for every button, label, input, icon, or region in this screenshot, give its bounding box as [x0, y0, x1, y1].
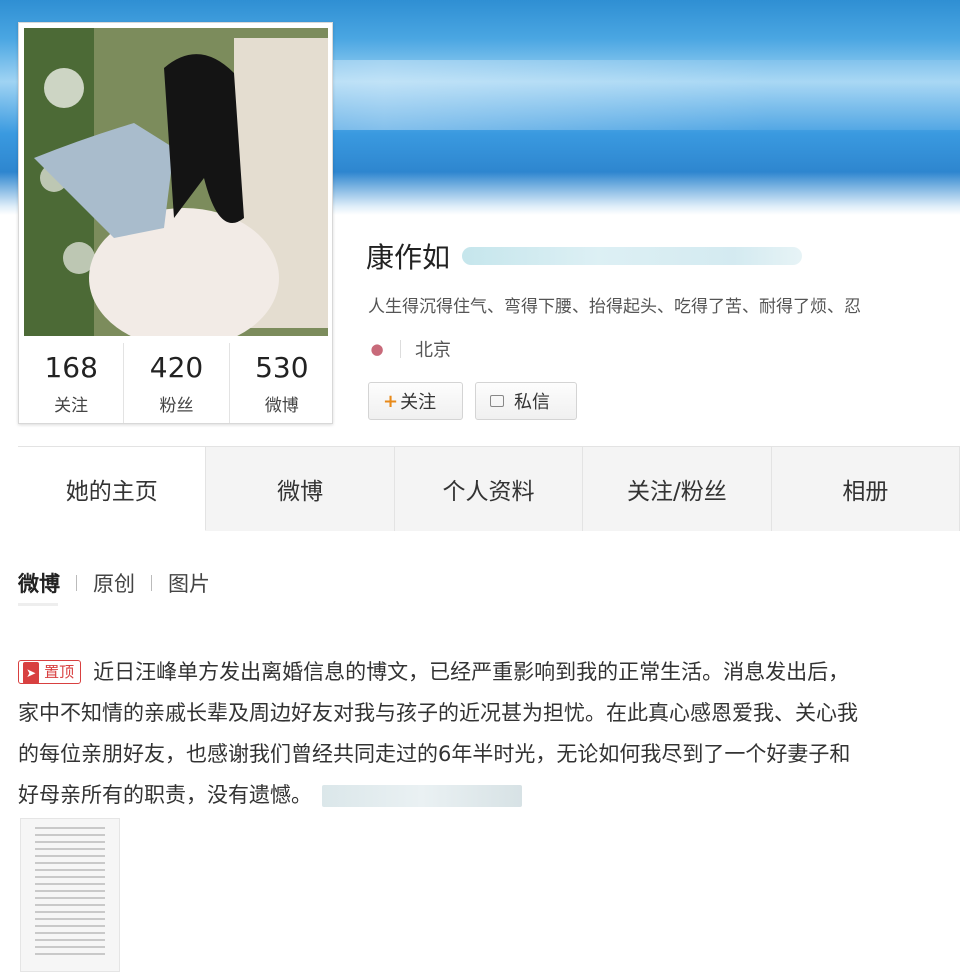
post-text: 好母亲所有的职责，没有遗憾。	[18, 783, 312, 807]
profile-bio: 人生得沉得住气、弯得下腰、抬得起头、吃得了苦、耐得了烦、忍	[368, 297, 861, 317]
message-button[interactable]: 私信	[475, 382, 577, 420]
feed-filter: 微博 原创 图片	[18, 568, 210, 598]
tab-follow-fans[interactable]: 关注/粉丝	[583, 447, 772, 531]
divider	[151, 575, 152, 591]
tab-profile-info[interactable]: 个人资料	[394, 447, 584, 531]
profile-tabs: 她的主页 微博 个人资料 关注/粉丝 相册	[18, 446, 960, 531]
redacted-bar	[462, 247, 803, 265]
location-row: ● 北京	[368, 336, 451, 362]
post-text: 家中不知情的亲戚长辈及周边好友对我与孩子的近况甚为担忧。在此真心感恩爱我、关心我	[18, 701, 858, 725]
stat-followers[interactable]: 420 粉丝	[124, 343, 230, 423]
stat-posts[interactable]: 530 微博	[230, 343, 334, 423]
tab-album[interactable]: 相册	[771, 447, 960, 531]
profile-name-row: 康作如	[366, 236, 803, 276]
redacted-bar	[322, 785, 522, 807]
stat-followers-label: 粉丝	[159, 396, 194, 416]
stat-posts-label: 微博	[264, 396, 299, 416]
tab-home[interactable]: 她的主页	[18, 447, 207, 531]
post-item: ➤ 置顶 近日汪峰单方发出离婚信息的博文，已经严重影响到我的正常生活。消息发出后， …	[18, 652, 960, 816]
mail-icon	[490, 395, 504, 407]
filter-all[interactable]: 微博	[18, 568, 60, 598]
follow-button-label: 关注	[400, 392, 437, 413]
stat-followers-count: 420	[149, 351, 204, 384]
filter-original[interactable]: 原创	[93, 568, 135, 598]
plus-icon: +	[383, 390, 399, 412]
divider	[400, 340, 401, 358]
filter-images[interactable]: 图片	[168, 568, 210, 598]
post-text: 的每位亲朋好友，也感谢我们曾经共同走过的6年半时光，无论如何我尽到了一个好妻子和	[18, 742, 851, 766]
person-icon: ●	[370, 340, 384, 358]
profile-card: 168 关注 420 粉丝 530 微博	[18, 22, 333, 424]
pinned-badge: ➤ 置顶	[18, 660, 82, 684]
stat-following-label: 关注	[54, 396, 89, 416]
message-button-label: 私信	[514, 392, 550, 413]
avatar-photo	[24, 28, 328, 336]
follow-button[interactable]: + 关注	[368, 382, 463, 420]
profile-stats: 168 关注 420 粉丝 530 微博	[19, 343, 334, 423]
tab-weibo[interactable]: 微博	[206, 447, 395, 531]
post-text: 近日汪峰单方发出离婚信息的博文，已经严重影响到我的正常生活。消息发出后，	[93, 660, 850, 684]
stat-following-count: 168	[44, 351, 98, 384]
post-image-thumbnail[interactable]	[20, 818, 120, 972]
profile-name: 康作如	[366, 241, 451, 274]
pin-icon: ➤	[23, 662, 40, 684]
location-text: 北京	[415, 340, 451, 361]
filter-underline	[18, 603, 58, 606]
post-line: 好母亲所有的职责，没有遗憾。	[18, 775, 960, 816]
divider	[76, 575, 77, 591]
pinned-label: 置顶	[44, 663, 75, 681]
stat-following[interactable]: 168 关注	[19, 343, 125, 423]
post-line: ➤ 置顶 近日汪峰单方发出离婚信息的博文，已经严重影响到我的正常生活。消息发出后，	[18, 652, 960, 693]
avatar[interactable]	[24, 28, 328, 336]
stat-posts-count: 530	[255, 351, 309, 384]
profile-actions: + 关注 私信	[368, 382, 577, 420]
